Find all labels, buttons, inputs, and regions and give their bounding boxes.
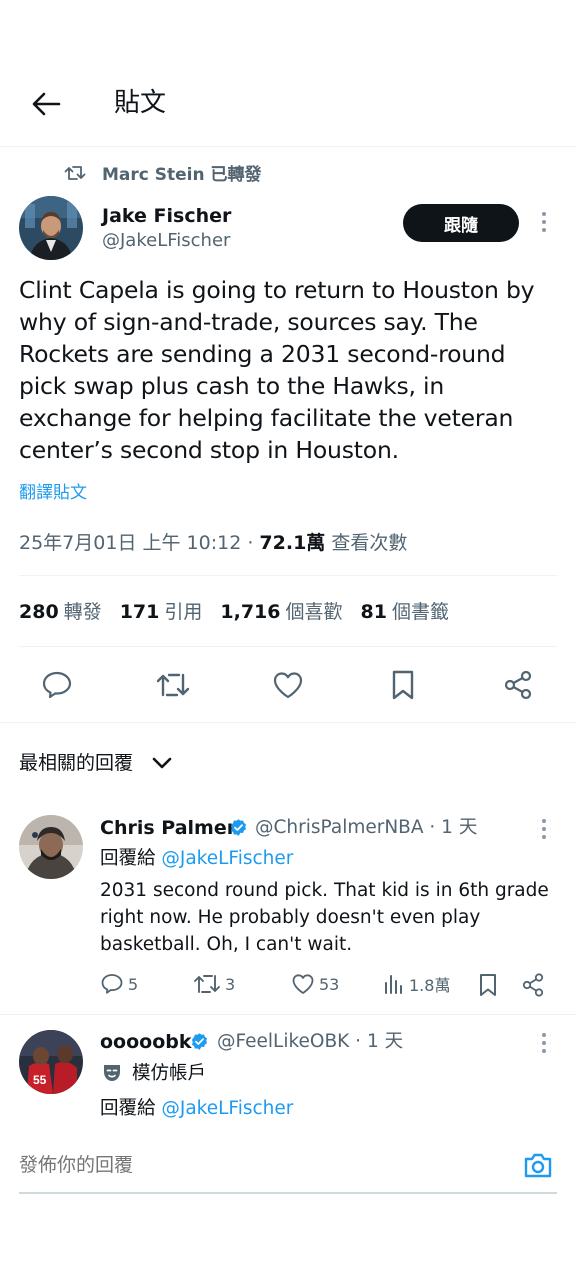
retweet-icon (156, 673, 190, 697)
compose-bar (0, 1122, 576, 1280)
follow-button[interactable]: 跟隨 (403, 204, 519, 242)
more-options-icon[interactable] (534, 815, 554, 843)
reply-text: 2031 second round pick. That kid is in 6… (100, 880, 549, 955)
retweeted-by-label: Marc Stein 已轉發 (102, 165, 262, 185)
views-label: 查看次數 (325, 532, 408, 554)
reply-divider (0, 1014, 576, 1015)
meta-separator: · (241, 532, 260, 554)
more-options-icon[interactable] (534, 1029, 554, 1057)
reply-retweet-button[interactable]: 3 (193, 972, 235, 996)
share-icon (522, 973, 544, 997)
parody-mask-icon (100, 1061, 124, 1089)
reply-views-button[interactable]: 1.8萬 (383, 972, 450, 996)
arrow-left-icon (32, 92, 61, 116)
author-avatar[interactable] (19, 196, 83, 260)
reply-sort-label[interactable]: 最相關的回覆 (19, 750, 133, 776)
engagement-stats: 280 轉發 171 引用 1,716 個喜歡 81 個書籤 (19, 599, 449, 625)
reply-reply-button[interactable]: 5 (100, 972, 138, 996)
bookmark-icon (392, 670, 414, 700)
retweet-icon (64, 164, 86, 186)
tweet-meta: 25年7月01日 上午 10:12 · 72.1萬 查看次數 (19, 530, 407, 556)
svg-text:55: 55 (33, 1073, 47, 1087)
header-divider (0, 146, 576, 147)
parody-account-label: 模仿帳戶 (132, 1063, 207, 1084)
reply-author-handle[interactable]: @FeelLikeOBK · 1 天 (217, 1029, 403, 1055)
author-handle[interactable]: @JakeLFischer (102, 229, 230, 253)
verified-badge-icon (229, 818, 248, 841)
heart-icon (273, 672, 303, 699)
tweet-timestamp[interactable]: 25年7月01日 上午 10:12 (19, 532, 241, 554)
views-count: 72.1萬 (259, 532, 326, 554)
reply-author-handle[interactable]: @ChrisPalmerNBA · 1 天 (255, 815, 477, 841)
reply-icon (101, 974, 123, 994)
bar-chart-icon (385, 975, 402, 994)
reply-to-line: 回覆給 @JakeLFischer (100, 848, 294, 869)
chevron-down-icon[interactable] (150, 750, 174, 780)
verified-badge-icon (190, 1032, 209, 1055)
share-button[interactable] (496, 663, 540, 707)
reply-avatar[interactable] (19, 815, 83, 879)
share-icon (504, 670, 532, 700)
bookmark-button[interactable] (381, 663, 425, 707)
camera-icon (524, 1153, 552, 1178)
reply-share-button[interactable] (521, 972, 545, 998)
compose-underline (19, 1192, 557, 1194)
reply-like-button[interactable]: 53 (291, 972, 339, 996)
reply-button[interactable] (35, 663, 79, 707)
actions-divider (0, 722, 576, 723)
translate-post-link[interactable]: 翻譯貼文 (19, 481, 87, 505)
reply-to-mention[interactable]: @JakeLFischer (161, 1098, 293, 1119)
tweet-text: Clint Capela is going to return to Houst… (19, 276, 535, 464)
reply-to-mention[interactable]: @JakeLFischer (161, 848, 293, 869)
like-button[interactable] (266, 663, 310, 707)
reply-author-name[interactable]: ooooobk (100, 1029, 192, 1055)
retweet-icon (194, 975, 220, 993)
author-name[interactable]: Jake Fischer (102, 203, 231, 229)
retweet-button[interactable] (151, 663, 195, 707)
stats-divider (19, 646, 557, 647)
reply-avatar[interactable]: 55 (19, 1030, 83, 1094)
reply-to-line: 回覆給 @JakeLFischer (100, 1098, 294, 1119)
stat-retweets[interactable]: 280 轉發 (19, 599, 102, 625)
stat-quotes[interactable]: 171 引用 (120, 599, 203, 625)
reply-icon (42, 671, 72, 699)
heart-icon (292, 974, 314, 994)
reply-author-name[interactable]: Chris Palmer (100, 815, 236, 841)
back-button[interactable] (24, 84, 68, 124)
reply-bookmark-button[interactable] (477, 972, 499, 998)
meta-divider (19, 575, 557, 576)
stat-likes[interactable]: 1,716 個喜歡 (220, 599, 342, 625)
more-options-icon[interactable] (534, 208, 554, 236)
reply-compose-input[interactable] (19, 1148, 499, 1182)
page-title: 貼文 (114, 88, 167, 118)
stat-bookmarks[interactable]: 81 個書籤 (361, 599, 449, 625)
bookmark-icon (480, 974, 496, 996)
camera-button[interactable] (518, 1145, 558, 1185)
